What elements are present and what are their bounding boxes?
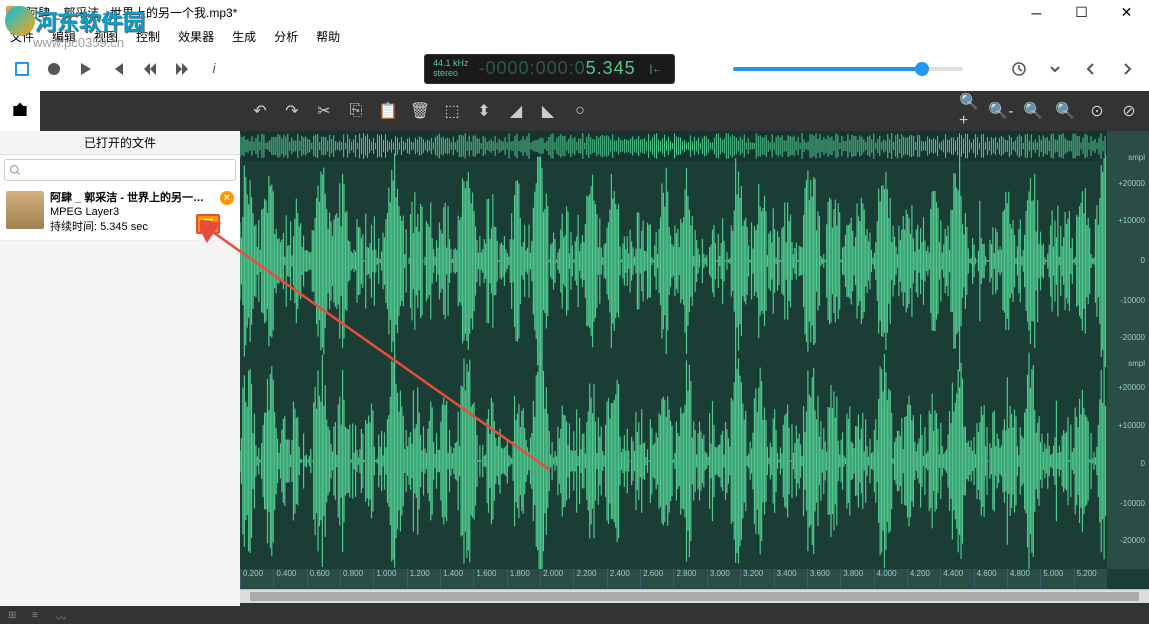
forward-button[interactable]	[170, 57, 194, 81]
chevron-down-icon[interactable]	[1043, 57, 1067, 81]
svg-text:i: i	[212, 61, 216, 76]
zoom-in-button[interactable]: 🔍+	[959, 101, 979, 121]
copy-button[interactable]: ⎘	[346, 101, 366, 121]
menu-edit[interactable]: 编辑	[52, 28, 76, 45]
fade-in-button[interactable]: ◢	[506, 101, 526, 121]
cut-button[interactable]: ✂	[314, 101, 334, 121]
history-button[interactable]	[1007, 57, 1031, 81]
menu-analyze[interactable]: 分析	[274, 28, 298, 45]
horizontal-scrollbar[interactable]	[240, 589, 1149, 603]
tool-pick-button[interactable]: ⊙	[1087, 101, 1107, 121]
maximize-button[interactable]: ☐	[1059, 0, 1104, 25]
statusbar: ⊞ ≡ 〰	[0, 606, 1149, 624]
time-display-panel: 44.1 kHz stereo -0000:000:05.345 |←	[424, 54, 675, 84]
menu-effects[interactable]: 效果器	[178, 28, 214, 45]
menu-help[interactable]: 帮助	[316, 28, 340, 45]
search-input[interactable]	[4, 159, 236, 181]
nav-back-button[interactable]	[1079, 57, 1103, 81]
main-toolbar: i 44.1 kHz stereo -0000:000:05.345 |←	[0, 47, 1149, 91]
rewind-button[interactable]	[138, 57, 162, 81]
file-close-button[interactable]: ✕	[220, 191, 234, 205]
nav-forward-button[interactable]	[1115, 57, 1139, 81]
sidebar-title: 已打开的文件	[0, 131, 240, 155]
menu-file[interactable]: 文件	[10, 28, 34, 45]
record-button[interactable]	[42, 57, 66, 81]
editor-toolbar: ↶ ↷ ✂ ⎘ 📋 🗑 ⬚ ⬍ ◢ ◣ ○ 🔍+ 🔍- 🔍 🔍 ⊙ ⊘	[240, 91, 1149, 131]
file-list-item[interactable]: 阿肆 _ 郭采洁 - 世界上的另一… MPEG Layer3 持续时间: 5.3…	[0, 185, 240, 241]
zoom-out-button[interactable]: 🔍-	[991, 101, 1011, 121]
close-button[interactable]: ✕	[1104, 0, 1149, 25]
time-current: 5.345	[586, 58, 636, 78]
file-name-label: 阿肆 _ 郭采洁 - 世界上的另一…	[50, 191, 234, 205]
sidebar-tab-files[interactable]	[0, 91, 40, 131]
channels-label: stereo	[433, 69, 469, 79]
menu-control[interactable]: 控制	[136, 28, 160, 45]
timeline-ruler[interactable]: 0.2000.4000.600 0.8001.0001.200 1.4001.6…	[240, 569, 1107, 589]
paste-button[interactable]: 📋	[378, 101, 398, 121]
menubar: 文件 编辑 视图 控制 效果器 生成 分析 帮助	[0, 25, 1149, 47]
delete-button[interactable]: 🗑	[410, 101, 430, 121]
zoom-fit-button[interactable]: 🔍	[1023, 101, 1043, 121]
waveform-editor: ↶ ↷ ✂ ⎘ 📋 🗑 ⬚ ⬍ ◢ ◣ ○ 🔍+ 🔍- 🔍 🔍 ⊙ ⊘	[240, 91, 1149, 606]
tool-draw-button[interactable]: ⊘	[1119, 101, 1139, 121]
waveform-canvas[interactable]	[240, 131, 1107, 569]
titlebar: 阿肆 _ 郭采洁 - 世界上的另一个我.mp3* ─ ☐ ✕	[0, 0, 1149, 25]
menu-generate[interactable]: 生成	[232, 28, 256, 45]
file-thumbnail	[6, 191, 44, 229]
fade-out-button[interactable]: ◣	[538, 101, 558, 121]
window-title: 阿肆 _ 郭采洁 - 世界上的另一个我.mp3*	[26, 4, 237, 21]
file-action-button[interactable]	[196, 214, 220, 234]
skip-back-button[interactable]	[106, 57, 130, 81]
volume-slider[interactable]	[733, 67, 963, 71]
zoom-selection-button[interactable]: 🔍	[1055, 101, 1075, 121]
sidebar: 已打开的文件 阿肆 _ 郭采洁 - 世界上的另一… MPEG Layer3 持续…	[0, 91, 240, 606]
marker-button[interactable]: ⬍	[474, 101, 494, 121]
info-button[interactable]: i	[202, 57, 226, 81]
menu-view[interactable]: 视图	[94, 28, 118, 45]
minimize-button[interactable]: ─	[1014, 0, 1059, 25]
redo-button[interactable]: ↷	[282, 101, 302, 121]
time-marker-icon[interactable]: |←	[646, 64, 667, 75]
crop-button[interactable]: ⬚	[442, 101, 462, 121]
undo-button[interactable]: ↶	[250, 101, 270, 121]
amplitude-ruler: smpl +20000 +10000 0 -10000 -20000 smpl …	[1107, 131, 1149, 569]
time-prefix: -0000:000:0	[479, 58, 586, 78]
normalize-button[interactable]: ○	[570, 101, 590, 121]
play-button[interactable]	[74, 57, 98, 81]
app-icon	[6, 6, 20, 20]
stop-button[interactable]	[10, 57, 34, 81]
